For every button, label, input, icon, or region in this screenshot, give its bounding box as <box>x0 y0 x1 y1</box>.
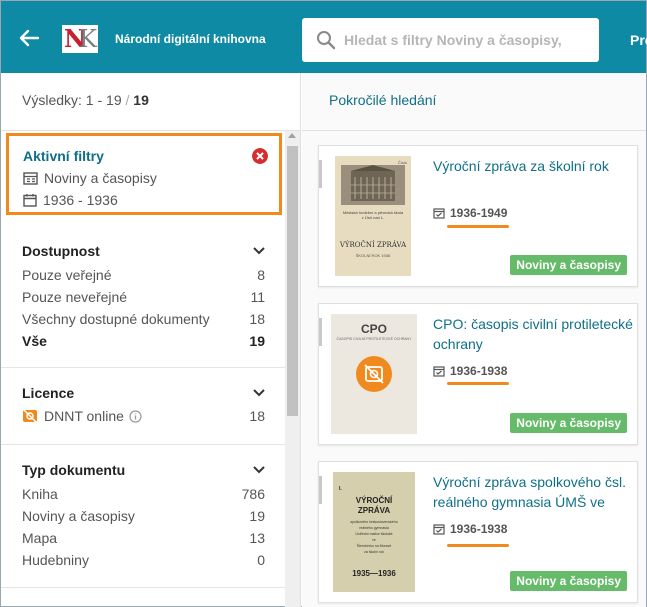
top-bar: NK Národní digitální knihovna Pro <box>1 1 647 73</box>
filter-option[interactable]: Mapa 13 <box>22 530 265 546</box>
search-box[interactable] <box>302 18 599 62</box>
divider <box>1 130 301 131</box>
card-marker <box>319 476 322 504</box>
thumb-text: ZPRÁVA <box>357 506 391 515</box>
search-input[interactable] <box>344 18 594 62</box>
divider <box>302 130 646 131</box>
results-panel: Pokročilé hledání Číslo Městská hudební … <box>302 73 646 607</box>
result-card[interactable]: Číslo Městská hudební a pěvecká škola v Ú… <box>318 145 638 287</box>
scrollbar-thumb[interactable] <box>287 146 298 416</box>
active-filter-doctype[interactable]: Noviny a časopisy <box>23 170 157 186</box>
calendar-icon <box>23 194 37 207</box>
chevron-down-icon[interactable] <box>253 466 265 474</box>
result-card[interactable]: I. VÝROČNÍ ZPRÁVA spolkového českosloven… <box>318 461 638 603</box>
building-illustration <box>341 165 405 205</box>
result-title[interactable]: Výroční zpráva spolkového čsl. reálného … <box>433 472 633 512</box>
divider <box>1 587 285 588</box>
dnnt-icon <box>23 409 37 423</box>
thumb-text: Městská hudební a pěvecká škola v Ústí na… <box>342 210 404 220</box>
thumbnail[interactable]: I. VÝROČNÍ ZPRÁVA spolkového českosloven… <box>333 472 415 592</box>
doctype-badge: Noviny a časopisy <box>510 255 627 275</box>
profile-link[interactable]: Pro <box>630 32 647 48</box>
active-filter-date[interactable]: 1936 - 1936 <box>23 192 118 208</box>
result-title[interactable]: Výroční zpráva za školní rok <box>433 156 633 176</box>
filter-option[interactable]: DNNT online 18 <box>22 408 265 424</box>
thumbnail[interactable]: Číslo Městská hudební a pěvecká škola v Ú… <box>335 156 411 276</box>
thumb-text: ŠKOLNÍ ROK 1936 <box>355 253 391 258</box>
highlight-underline <box>447 382 509 385</box>
result-card[interactable]: CPO ČASOPIS CIVILNÍ PROTILETECKÉ OCHRANY… <box>318 303 638 445</box>
thumb-text: VÝROČNÍ <box>355 496 393 505</box>
active-filters-box: Aktivní filtry Noviny a časopisy 1936 - … <box>6 133 282 215</box>
results-count: Výsledky: 1 - 19 / 19 <box>22 92 149 108</box>
section-title[interactable]: Dostupnost <box>22 243 100 259</box>
thumb-text: ČASOPIS CIVILNÍ PROTILETECKÉ OCHRANY <box>336 337 412 341</box>
chevron-down-icon[interactable] <box>253 247 265 255</box>
thumb-text: VÝROČNÍ ZPRÁVA <box>339 241 407 249</box>
card-marker <box>319 160 322 188</box>
calendar-check-icon <box>433 524 445 535</box>
section-title[interactable]: Licence <box>22 385 74 401</box>
no-preview-icon <box>356 356 392 392</box>
active-filters-title: Aktivní filtry <box>23 148 104 164</box>
filter-option[interactable]: Kniha 786 <box>22 486 265 502</box>
filter-option[interactable]: Noviny a časopisy 19 <box>22 508 265 524</box>
filter-option-selected[interactable]: Vše 19 <box>22 333 265 349</box>
info-icon[interactable] <box>129 409 142 423</box>
doctype-badge: Noviny a časopisy <box>510 571 627 591</box>
advanced-search-link[interactable]: Pokročilé hledání <box>329 92 436 108</box>
thumb-text: 1935—1936 <box>352 569 396 578</box>
card-marker <box>319 318 322 346</box>
nk-logo[interactable]: NK <box>62 25 98 53</box>
calendar-check-icon <box>433 208 445 219</box>
filter-option[interactable]: Hudebniny 0 <box>22 552 265 568</box>
highlight-underline <box>447 544 509 547</box>
filter-option[interactable]: Pouze veřejné 8 <box>22 267 265 283</box>
thumb-text: I. <box>339 486 342 492</box>
result-title[interactable]: CPO: časopis civilní protiletecké ochran… <box>433 314 633 354</box>
back-arrow-icon[interactable] <box>18 27 40 49</box>
thumbnail[interactable]: CPO ČASOPIS CIVILNÍ PROTILETECKÉ OCHRANY <box>331 314 417 434</box>
highlight-underline <box>447 225 509 228</box>
filter-option[interactable]: Všechny dostupné dokumenty 18 <box>22 311 265 327</box>
doctype-badge: Noviny a časopisy <box>510 413 627 433</box>
filter-option[interactable]: Pouze neveřejné 11 <box>22 289 265 305</box>
search-icon <box>317 31 336 50</box>
section-title[interactable]: Typ dokumentu <box>22 462 125 478</box>
section-document-type: Typ dokumentu Kniha 786 Noviny a časopisy… <box>1 445 285 587</box>
scroll-up-arrow-icon[interactable] <box>288 133 296 138</box>
result-date: 1936-1938 <box>433 364 507 378</box>
newspaper-icon <box>23 171 38 185</box>
brand-name: Národní digitální knihovna <box>115 32 266 46</box>
chevron-down-icon[interactable] <box>253 389 265 397</box>
result-date: 1936-1938 <box>433 522 507 536</box>
thumb-text: CPO <box>360 322 387 336</box>
section-availability: Dostupnost Pouze veřejné 8 Pouze neveřejn… <box>1 226 285 368</box>
thumb-text: spolkového československého reálného gym… <box>350 520 398 554</box>
section-license: Licence DNNT online 18 <box>1 368 285 445</box>
result-date: 1936-1949 <box>433 206 507 220</box>
clear-filters-icon[interactable] <box>252 148 268 164</box>
calendar-check-icon <box>433 366 445 377</box>
